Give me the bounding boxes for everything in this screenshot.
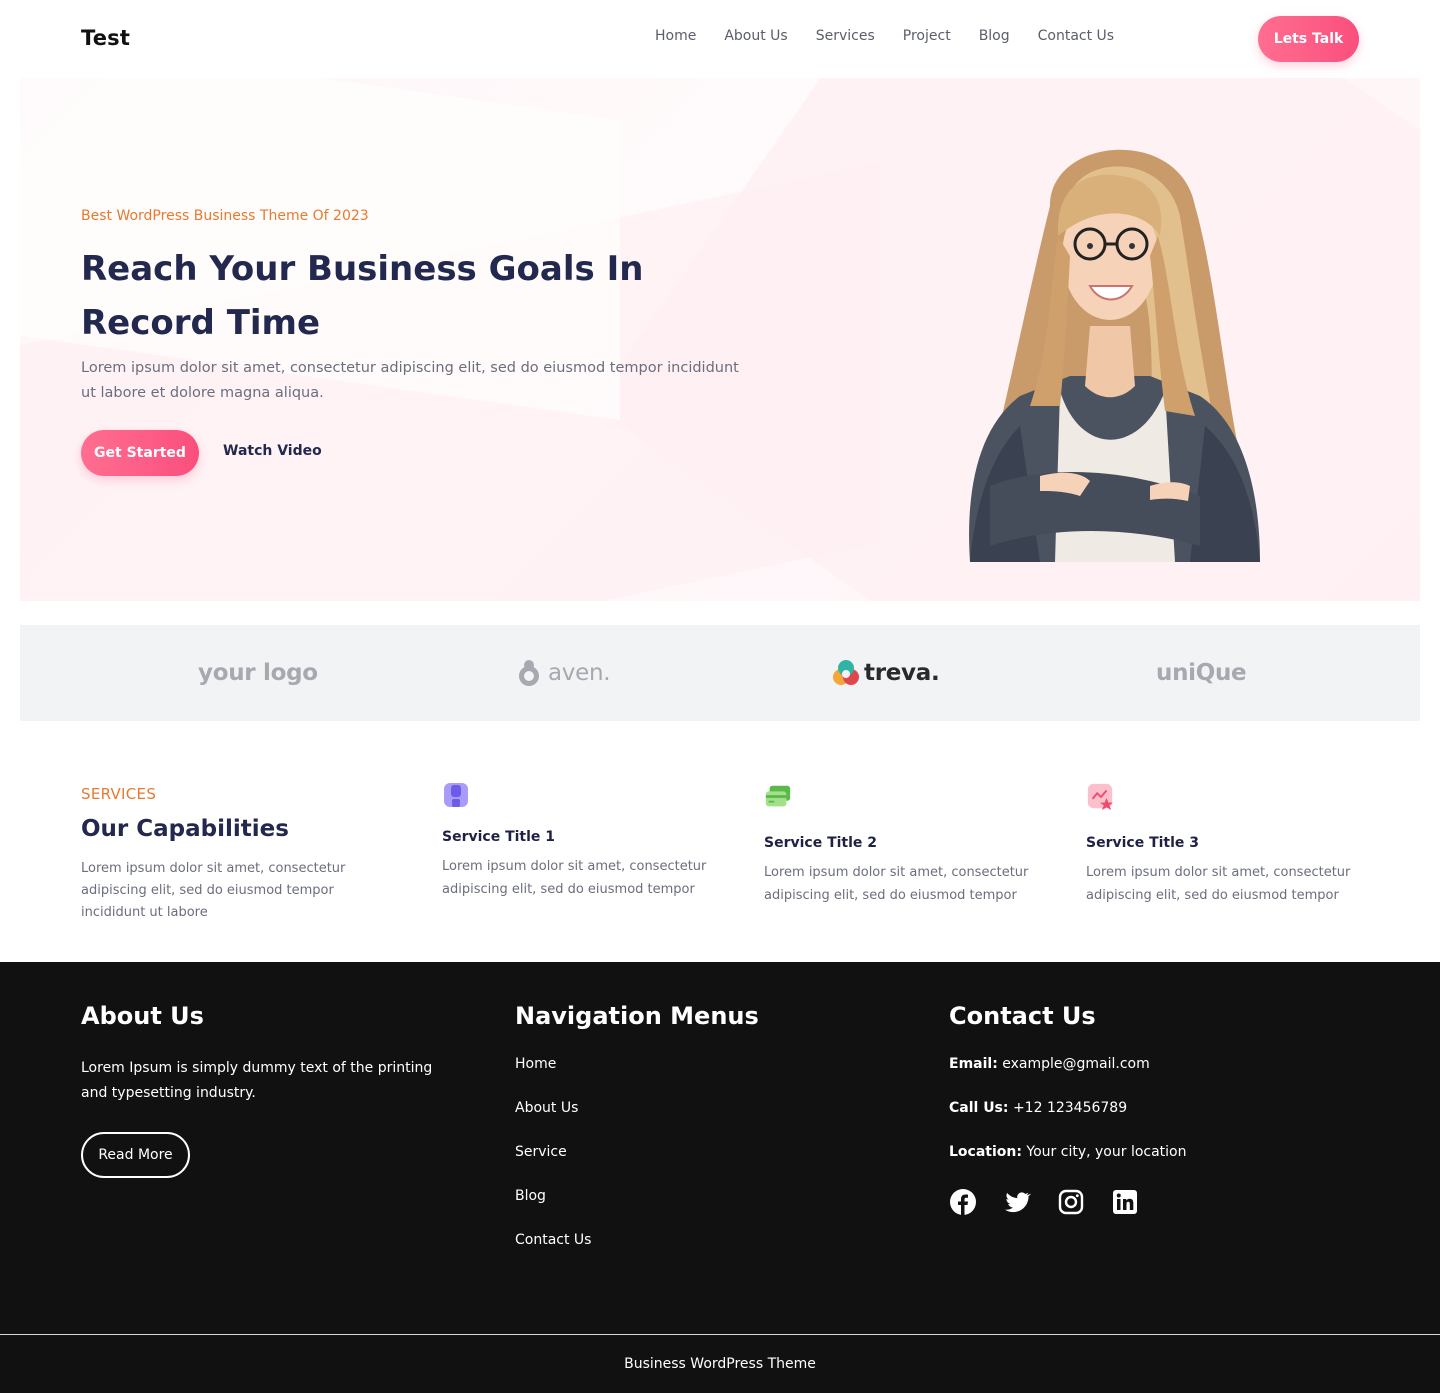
treva-mark-icon bbox=[833, 660, 859, 685]
read-more-button[interactable]: Read More bbox=[81, 1132, 190, 1178]
footer-about: About Us Lorem Ipsum is simply dummy tex… bbox=[81, 1002, 441, 1178]
service-text: Lorem ipsum dolor sit amet, consectetur … bbox=[442, 859, 707, 897]
logo-aven: aven. bbox=[514, 655, 611, 691]
hero-tagline: Best WordPress Business Theme Of 2023 bbox=[81, 208, 369, 224]
hero-title: Reach Your Business Goals In Record Time bbox=[81, 249, 644, 343]
facebook-icon[interactable] bbox=[949, 1188, 977, 1220]
hero-woman-image bbox=[969, 149, 1260, 562]
logo-label: treva. bbox=[864, 660, 940, 686]
logo-label: uniQue bbox=[1156, 660, 1247, 686]
nav-about-us[interactable]: About Us bbox=[724, 28, 787, 44]
call-label: Call Us: bbox=[949, 1100, 1009, 1116]
logo-label: aven. bbox=[548, 660, 611, 686]
footer-copyright-bar: Business WordPress Theme bbox=[0, 1334, 1440, 1393]
main-nav: Home About Us Services Project Blog Cont… bbox=[655, 28, 1142, 44]
nav-services[interactable]: Services bbox=[816, 28, 875, 44]
service-title: Service Title 3 bbox=[1086, 835, 1200, 851]
contact-location: Location: Your city, your location bbox=[949, 1144, 1187, 1160]
social-links bbox=[949, 1188, 1187, 1220]
service-card: Service Title 2 Lorem ipsum dolor sit am… bbox=[764, 783, 1044, 907]
service-card: Service Title 1 Lorem ipsum dolor sit am… bbox=[442, 781, 722, 901]
credit-card-icon bbox=[765, 785, 791, 807]
site-footer: About Us Lorem Ipsum is simply dummy tex… bbox=[0, 962, 1440, 1334]
hero-section: Best WordPress Business Theme Of 2023 Re… bbox=[20, 78, 1420, 601]
services-description: Lorem ipsum dolor sit amet, consectetur … bbox=[81, 861, 346, 920]
contact-phone: Call Us: +12 123456789 bbox=[949, 1100, 1187, 1116]
service-title: Service Title 1 bbox=[442, 829, 556, 845]
nav-home[interactable]: Home bbox=[655, 28, 696, 44]
service-card: Service Title 3 Lorem ipsum dolor sit am… bbox=[1086, 783, 1366, 907]
contact-email: Email: example@gmail.com bbox=[949, 1056, 1187, 1072]
linkedin-icon[interactable] bbox=[1111, 1188, 1139, 1220]
lets-talk-button[interactable]: Lets Talk bbox=[1258, 16, 1359, 62]
logo-treva: treva. bbox=[832, 655, 940, 691]
location-label: Location: bbox=[949, 1144, 1022, 1160]
nav-contact-us[interactable]: Contact Us bbox=[1038, 28, 1114, 44]
nav-blog[interactable]: Blog bbox=[979, 28, 1010, 44]
logo-label: your logo bbox=[198, 660, 318, 686]
footer-nav-contact-us[interactable]: Contact Us bbox=[515, 1232, 759, 1248]
footer-nav-blog[interactable]: Blog bbox=[515, 1188, 759, 1204]
footer-contact: Contact Us Email: example@gmail.com Call… bbox=[949, 1002, 1187, 1248]
footer-contact-heading: Contact Us bbox=[949, 1002, 1096, 1030]
email-label: Email: bbox=[949, 1056, 998, 1072]
store-icon bbox=[444, 783, 468, 807]
hero-description: Lorem ipsum dolor sit amet, consectetur … bbox=[81, 360, 739, 401]
copyright-text: Business WordPress Theme bbox=[624, 1356, 816, 1372]
get-started-button[interactable]: Get Started bbox=[81, 430, 199, 476]
call-value[interactable]: +12 123456789 bbox=[1013, 1100, 1127, 1116]
footer-nav-heading: Navigation Menus bbox=[515, 1002, 759, 1030]
footer-nav-list: Home About Us Service Blog Contact Us bbox=[515, 1056, 759, 1248]
client-logos-bar: your logo aven. treva. uniQue bbox=[20, 625, 1420, 721]
instagram-icon[interactable] bbox=[1057, 1188, 1085, 1220]
twitter-icon[interactable] bbox=[1003, 1188, 1031, 1220]
service-text: Lorem ipsum dolor sit amet, consectetur … bbox=[764, 865, 1029, 903]
site-brand[interactable]: Test bbox=[81, 26, 130, 50]
service-title: Service Title 2 bbox=[764, 835, 878, 851]
logo-unique: uniQue bbox=[1156, 655, 1247, 691]
site-header: Test Home About Us Services Project Blog… bbox=[0, 0, 1440, 78]
footer-nav-home[interactable]: Home bbox=[515, 1056, 759, 1072]
footer-nav-service[interactable]: Service bbox=[515, 1144, 759, 1160]
chart-star-icon bbox=[1087, 783, 1114, 811]
service-text: Lorem ipsum dolor sit amet, consectetur … bbox=[1086, 865, 1351, 903]
email-value[interactable]: example@gmail.com bbox=[1002, 1056, 1150, 1072]
nav-project[interactable]: Project bbox=[903, 28, 951, 44]
footer-about-heading: About Us bbox=[81, 1002, 204, 1030]
location-value: Your city, your location bbox=[1026, 1144, 1187, 1160]
aven-mark-icon bbox=[519, 660, 539, 686]
logo-your-logo: your logo bbox=[198, 655, 318, 691]
services-label: SERVICES bbox=[81, 785, 157, 803]
footer-navigation: Navigation Menus Home About Us Service B… bbox=[515, 1002, 759, 1276]
services-title: Our Capabilities bbox=[81, 816, 289, 842]
footer-about-text: Lorem Ipsum is simply dummy text of the … bbox=[81, 1060, 433, 1101]
footer-nav-about-us[interactable]: About Us bbox=[515, 1100, 759, 1116]
watch-video-button[interactable]: Watch Video bbox=[223, 443, 322, 459]
